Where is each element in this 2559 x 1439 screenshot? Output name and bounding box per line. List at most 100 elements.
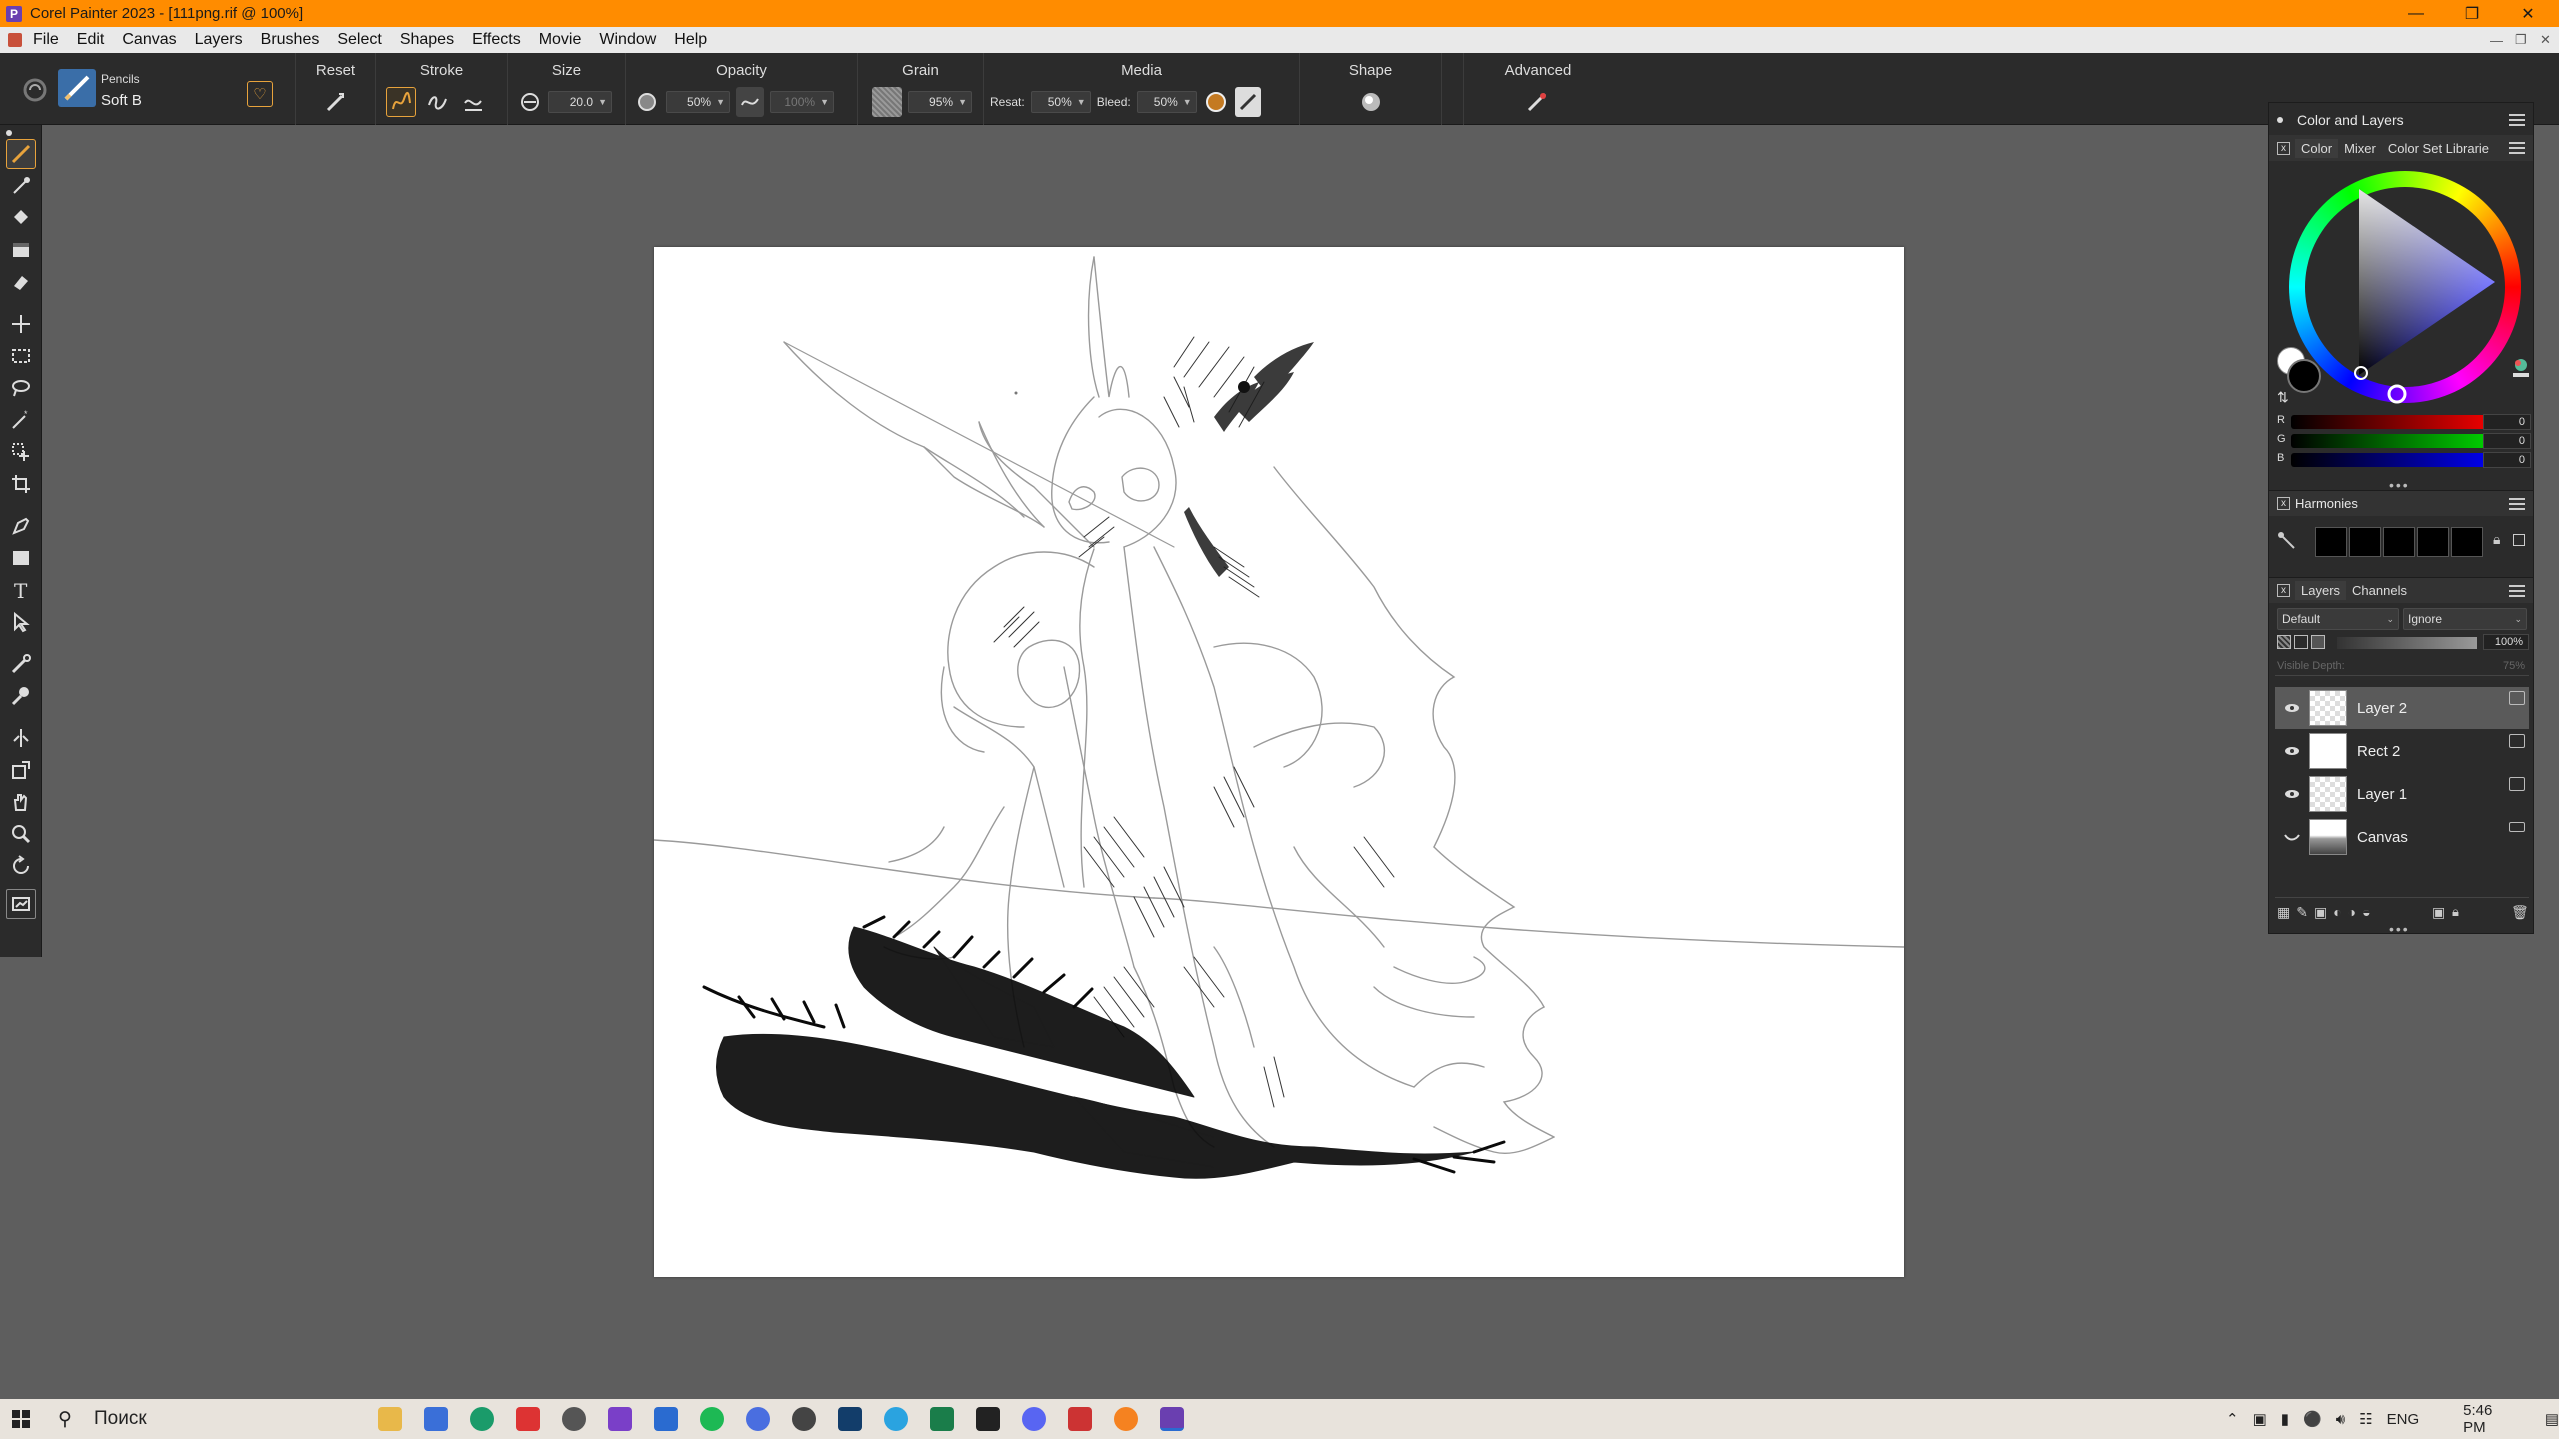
doc-minimize-button[interactable]: — bbox=[2490, 27, 2503, 53]
transform-tool-icon[interactable] bbox=[6, 755, 36, 785]
spotify-icon[interactable] bbox=[700, 1407, 724, 1431]
layer-row-rect-2[interactable]: Rect 2 bbox=[2275, 730, 2529, 772]
new-liquid-ink-layer-icon[interactable]: ◑ bbox=[2348, 904, 2356, 921]
bleed-field[interactable]: 50% ▼ bbox=[1136, 91, 1197, 113]
composite-depth-select[interactable]: Ignore ⌄ bbox=[2403, 608, 2527, 630]
rotate-page-tool-icon[interactable] bbox=[6, 851, 36, 881]
composite-method-select[interactable]: Default ⌄ bbox=[2277, 608, 2399, 630]
add-harmony-icon[interactable] bbox=[2513, 534, 2525, 546]
menu-layers[interactable]: Layers bbox=[186, 31, 252, 49]
opacity-field[interactable]: 50% ▼ bbox=[666, 91, 730, 113]
new-thick-paint-layer-icon[interactable]: ◒ bbox=[2362, 904, 2370, 921]
menu-window[interactable]: Window bbox=[590, 31, 665, 49]
game-icon[interactable] bbox=[1068, 1407, 1092, 1431]
clock[interactable]: 5:46 PM bbox=[2463, 1402, 2505, 1436]
harmony-swatch-2[interactable] bbox=[2349, 527, 2381, 557]
corel-painter-taskbar-icon[interactable] bbox=[1160, 1407, 1184, 1431]
harmony-swatch-5[interactable] bbox=[2451, 527, 2483, 557]
close-harmonies-icon[interactable]: x bbox=[2277, 497, 2290, 510]
tab-color[interactable]: Color bbox=[2295, 138, 2339, 158]
favorite-brush-icon[interactable]: ♡ bbox=[247, 81, 273, 107]
layer-opacity-value[interactable]: 100% bbox=[2483, 634, 2529, 650]
resat-field[interactable]: 50% ▼ bbox=[1030, 91, 1091, 113]
discord-icon[interactable] bbox=[1022, 1407, 1046, 1431]
dirty-mode-icon[interactable] bbox=[1203, 87, 1229, 117]
layer-opacity-slider[interactable] bbox=[2337, 637, 2477, 649]
rectangle-shape-tool-icon[interactable] bbox=[6, 543, 36, 573]
w-app-icon[interactable] bbox=[654, 1407, 678, 1431]
panel-grip-icon[interactable] bbox=[2277, 117, 2283, 123]
layer-row-canvas[interactable]: Canvas bbox=[2275, 816, 2529, 858]
layer-row-layer-2[interactable]: Layer 2 bbox=[2275, 687, 2529, 729]
b-value[interactable]: 0 bbox=[2483, 452, 2531, 468]
menu-brushes[interactable]: Brushes bbox=[252, 31, 329, 49]
advanced-brush-controls-icon[interactable] bbox=[1522, 87, 1552, 117]
size-field[interactable]: 20.0 ▼ bbox=[548, 91, 612, 113]
pen-tool-icon[interactable] bbox=[6, 511, 36, 541]
text-tool-icon[interactable]: T bbox=[6, 575, 36, 605]
g-value[interactable]: 0 bbox=[2483, 433, 2531, 449]
straight-stroke-icon[interactable] bbox=[422, 87, 452, 117]
harmony-swatch-4[interactable] bbox=[2417, 527, 2449, 557]
crop-tool-icon[interactable] bbox=[6, 469, 36, 499]
saturation-value-triangle[interactable] bbox=[2285, 167, 2525, 407]
spreadsheet-icon[interactable] bbox=[930, 1407, 954, 1431]
cloner-tool-icon[interactable] bbox=[6, 649, 36, 679]
brush-tool-icon[interactable] bbox=[6, 139, 36, 169]
media-player-icon[interactable] bbox=[792, 1407, 816, 1431]
network-icon[interactable]: ☷ bbox=[2359, 1410, 2372, 1428]
magnifier-tool-icon[interactable] bbox=[6, 819, 36, 849]
menu-help[interactable]: Help bbox=[665, 31, 716, 49]
eraser-tool-icon[interactable] bbox=[6, 267, 36, 297]
close-button[interactable]: ✕ bbox=[2505, 0, 2551, 27]
close-layers-icon[interactable]: x bbox=[2277, 584, 2290, 597]
red-app-icon[interactable] bbox=[516, 1407, 540, 1431]
eye-closed-icon[interactable] bbox=[2275, 832, 2309, 842]
color-panel-menu-icon[interactable] bbox=[2509, 142, 2525, 154]
pick-up-underlying-color-icon[interactable] bbox=[2294, 635, 2308, 649]
taskbar-search[interactable]: Поиск bbox=[94, 1408, 147, 1430]
lock-layer-icon[interactable]: 🔒︎ bbox=[2452, 904, 2459, 920]
harmonies-menu-icon[interactable] bbox=[2509, 497, 2525, 510]
menu-edit[interactable]: Edit bbox=[68, 31, 114, 49]
harmony-rule-icon[interactable] bbox=[2277, 531, 2297, 551]
language-indicator[interactable]: ENG bbox=[2387, 1411, 2420, 1428]
freehand-stroke-icon[interactable] bbox=[386, 87, 416, 117]
navigator-icon[interactable] bbox=[6, 889, 36, 919]
menu-canvas[interactable]: Canvas bbox=[113, 31, 185, 49]
swap-colors-icon[interactable]: ⇅ bbox=[2277, 389, 2289, 406]
layer-row-layer-1[interactable]: Layer 1 bbox=[2275, 773, 2529, 815]
terminal-icon[interactable] bbox=[976, 1407, 1000, 1431]
eye-icon[interactable] bbox=[2275, 746, 2309, 756]
dynamic-plugins-icon[interactable]: ✎ bbox=[2296, 904, 2308, 921]
layer-attributes-icon[interactable]: ▦ bbox=[2277, 904, 2290, 921]
pencil-brush-icon[interactable] bbox=[58, 69, 96, 107]
lasso-tool-icon[interactable] bbox=[6, 373, 36, 403]
size-expression-icon[interactable] bbox=[518, 87, 542, 117]
r-value[interactable]: 0 bbox=[2483, 414, 2531, 430]
harmony-swatch-1[interactable] bbox=[2315, 527, 2347, 557]
layer-mask-link-icon[interactable] bbox=[2311, 635, 2325, 649]
tab-layers[interactable]: Layers bbox=[2295, 581, 2347, 600]
rubber-stamp-tool-icon[interactable] bbox=[6, 681, 36, 711]
lock-harmony-icon[interactable]: 🔒︎ bbox=[2493, 531, 2500, 548]
panel-menu-icon[interactable] bbox=[2509, 114, 2525, 126]
grabber-tool-icon[interactable] bbox=[6, 787, 36, 817]
device-icon[interactable]: ▣ bbox=[2253, 1410, 2267, 1428]
notifications-icon[interactable]: ▤ bbox=[2545, 1410, 2559, 1428]
toolbox-grip-icon[interactable] bbox=[6, 130, 12, 136]
chevron-up-icon[interactable]: ⌃ bbox=[2226, 1410, 2239, 1428]
menu-select[interactable]: Select bbox=[328, 31, 390, 49]
menu-movie[interactable]: Movie bbox=[530, 31, 591, 49]
steam-icon[interactable] bbox=[562, 1407, 586, 1431]
magic-wand-tool-icon[interactable]: * bbox=[6, 405, 36, 435]
mirror-painting-tool-icon[interactable] bbox=[6, 723, 36, 753]
volume-icon[interactable]: 🔊︎ bbox=[2336, 1411, 2345, 1428]
blender-icon[interactable] bbox=[1114, 1407, 1138, 1431]
opacity-expression-field[interactable]: 100% ▼ bbox=[770, 91, 834, 113]
search-icon[interactable]: ⚲ bbox=[58, 1408, 72, 1431]
usb-icon[interactable]: ▮ bbox=[2281, 1410, 2289, 1428]
color-wheel[interactable]: ⇅ bbox=[2277, 167, 2529, 407]
brush-selector[interactable]: Pencils Soft B ♡ bbox=[0, 53, 296, 125]
file-explorer-icon[interactable] bbox=[378, 1407, 402, 1431]
